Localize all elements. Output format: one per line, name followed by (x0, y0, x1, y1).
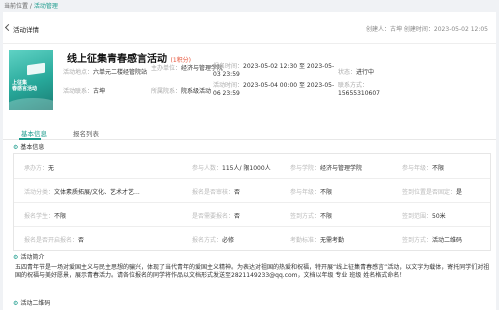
poster-wave (9, 98, 53, 110)
grid-cell: 报名是否开启报名：否 (24, 237, 85, 244)
grid-cell: 参与人数：115人/ 限1000人 (192, 165, 271, 172)
gear-icon: ⚙ (13, 254, 19, 261)
grid-divider (14, 178, 490, 179)
tab-basic-info[interactable]: 基本信息 (21, 128, 47, 138)
breadcrumb-prefix: 当前位置 / (4, 3, 34, 10)
intro-heading: ⚙ 活动简介 (13, 254, 45, 261)
creator-info: 创建人：古坤 创建时间：2023-05-02 12:05 (366, 26, 488, 33)
activity-poster-image: 上征集 春感言活动 (9, 50, 53, 110)
grid-cell: 签到方式：活动二维码 (402, 237, 463, 244)
activity-place: 活动地点：六单元二楼经管院站 (63, 69, 148, 76)
panel-header: 活动详情 创建人：古坤 创建时间：2023-05-02 12:05 (3, 12, 496, 44)
breadcrumb-current[interactable]: 活动管理 (34, 3, 58, 10)
poster-text: 上征集 春感言活动 (12, 80, 38, 92)
grid-cell: 活动分类：文体素质拓展/文化、艺术才艺... (24, 189, 140, 196)
grid-cell: 报名学生：不限 (24, 213, 67, 220)
basic-info-grid: 承办方：无 参与人数：115人/ 限1000人 参与学院：经济与管理学院 参与年… (13, 153, 491, 251)
grid-cell: 签到方式：不限 (290, 213, 333, 220)
activity-phone: 联系方式：15655310607 (338, 82, 380, 97)
grid-divider (14, 226, 490, 227)
grid-cell: 签到范围：50米 (402, 213, 446, 220)
tab-registration-list[interactable]: 报名列表 (73, 128, 99, 138)
back-arrow-icon[interactable] (4, 23, 13, 32)
grid-cell: 参与年级：不限 (402, 165, 445, 172)
tab-active-indicator (19, 138, 41, 140)
book-icon (27, 62, 45, 76)
basic-info-heading: ⚙ 基本信息 (13, 144, 45, 151)
activity-contact: 活动联系：古坤 (63, 88, 106, 95)
grid-cell: 报名是否审核：否 (192, 189, 241, 196)
grid-cell: 报名方式：必修 (192, 237, 235, 244)
grid-cell: 承办方：无 (24, 165, 55, 172)
grid-cell: 参与学院：经济与管理学院 (290, 165, 363, 172)
grid-cell: 考勤标准：无需考勤 (290, 237, 345, 244)
activity-college: 所属院系：院系级活动 (151, 88, 212, 95)
breadcrumb: 当前位置 / 活动管理 (4, 1, 58, 10)
detail-panel: 活动详情 创建人：古坤 创建时间：2023-05-02 12:05 上征集 春感… (3, 12, 496, 310)
page-title: 活动详情 (13, 26, 39, 34)
activity-time: 活动时间：2023-05-04 00:00 至 2023-05-06 23:59 (213, 82, 335, 97)
grid-cell: 是否需要报名：否 (192, 213, 241, 220)
grid-divider (14, 202, 490, 203)
registration-time: 报名时间：2023-05-02 12:30 至 2023-05-03 23:59 (213, 63, 335, 78)
intro-text: 五四青年节是一场对爱国主义与民主思想的骗兴，体现了当代青年的爱国主义精神。为表达… (15, 264, 490, 279)
grid-cell: 签到位置是否固定：是 (402, 189, 463, 196)
grid-cell: 参与年级：不限 (290, 189, 333, 196)
gear-icon: ⚙ (13, 144, 19, 151)
detail-tabs: 基本信息 报名列表 (3, 122, 496, 140)
activity-status: 状态：进行中 (338, 69, 375, 76)
gear-icon: ⚙ (13, 300, 19, 307)
qr-heading: ⚙ 活动二维码 (13, 300, 51, 307)
